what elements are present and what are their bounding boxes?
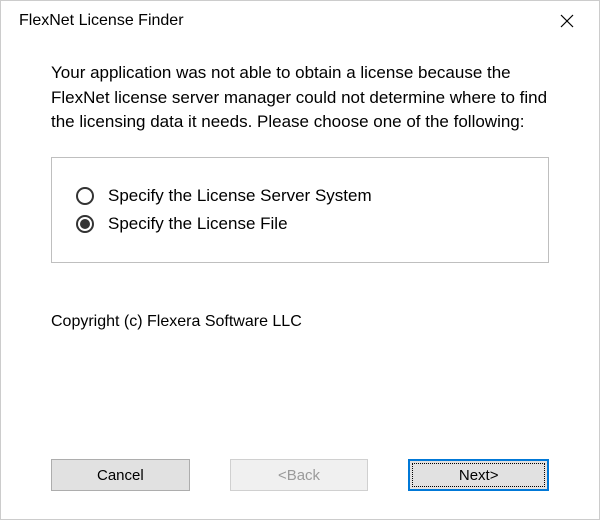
close-button[interactable] (549, 3, 585, 39)
button-row: Cancel <Back Next> (1, 459, 599, 519)
radio-selected-dot (80, 219, 90, 229)
options-group: Specify the License Server System Specif… (51, 157, 549, 263)
window-title: FlexNet License Finder (19, 12, 184, 30)
copyright-text: Copyright (c) Flexera Software LLC (51, 313, 549, 331)
dialog-window: FlexNet License Finder Your application … (0, 0, 600, 520)
radio-label-server: Specify the License Server System (108, 186, 372, 206)
back-button: <Back (230, 459, 369, 491)
radio-label-file: Specify the License File (108, 214, 288, 234)
radio-option-server[interactable]: Specify the License Server System (76, 186, 524, 206)
titlebar: FlexNet License Finder (1, 1, 599, 41)
radio-option-file[interactable]: Specify the License File (76, 214, 524, 234)
instruction-text: Your application was not able to obtain … (51, 61, 549, 135)
next-button[interactable]: Next> (408, 459, 549, 491)
radio-icon (76, 215, 94, 233)
cancel-button[interactable]: Cancel (51, 459, 190, 491)
content-area: Your application was not able to obtain … (1, 41, 599, 459)
close-icon (560, 14, 574, 28)
radio-icon (76, 187, 94, 205)
